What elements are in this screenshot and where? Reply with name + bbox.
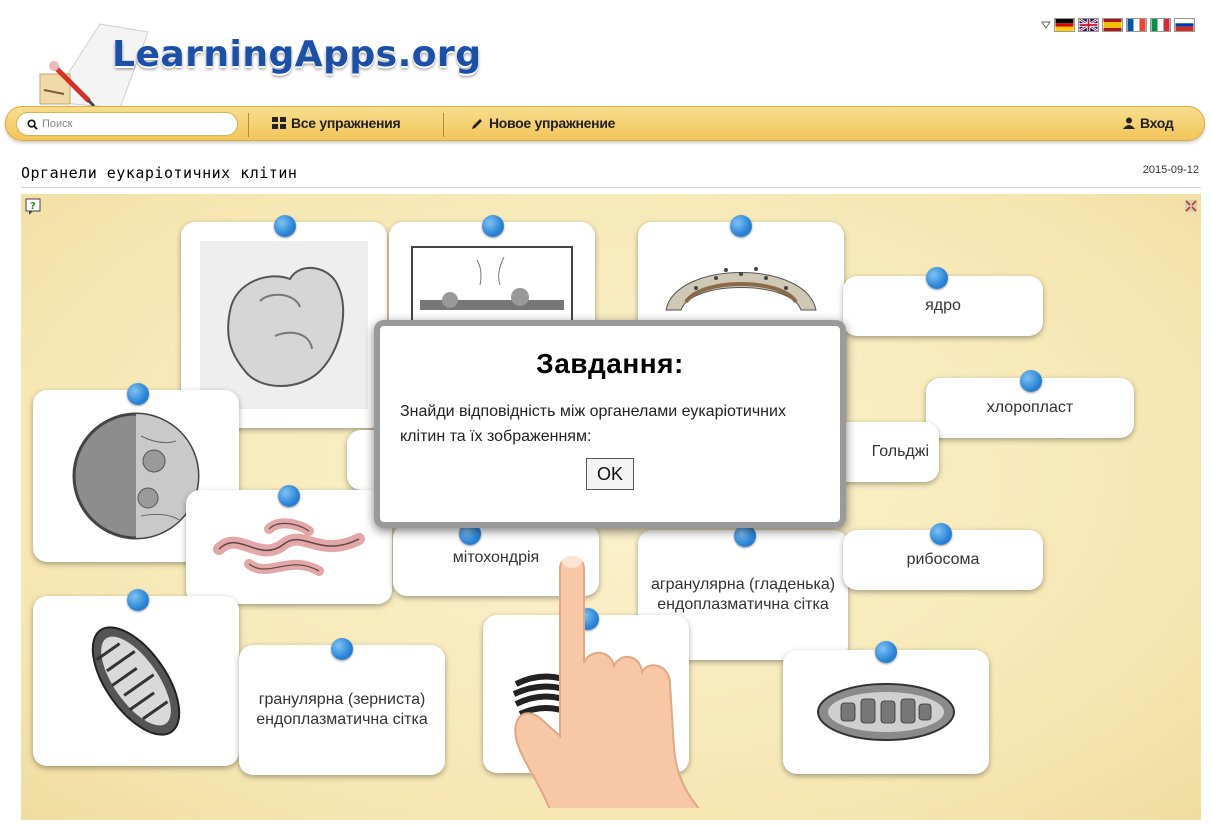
- language-selector[interactable]: [1041, 18, 1195, 32]
- nucleus-image: [72, 412, 200, 540]
- all-exercises-link[interactable]: Все упражнения: [272, 115, 401, 131]
- fullscreen-icon[interactable]: [1185, 200, 1197, 212]
- pencil-icon: [472, 118, 482, 129]
- help-icon[interactable]: ?: [25, 198, 43, 216]
- task-dialog-body: Завдання: Знайди відповідність між орган…: [380, 326, 840, 522]
- chloroplast-image: [817, 683, 955, 741]
- connection-pin[interactable]: [331, 638, 353, 660]
- image-card-chloroplast[interactable]: [783, 650, 989, 774]
- user-icon: [1123, 117, 1135, 129]
- flag-russian-icon[interactable]: [1174, 18, 1195, 32]
- logo-text: LearningApps.org: [112, 34, 482, 75]
- smooth-er-image: [213, 518, 365, 576]
- card-label: Гольджі: [871, 443, 929, 460]
- flag-english-icon[interactable]: [1078, 18, 1099, 32]
- search-input[interactable]: Поиск: [42, 118, 72, 130]
- rough-er-image: [665, 267, 817, 311]
- logo[interactable]: LearningApps.org: [30, 4, 481, 110]
- connection-pin[interactable]: [274, 215, 296, 237]
- task-dialog: Завдання: Знайди відповідність між орган…: [374, 320, 846, 528]
- svg-text:?: ?: [30, 201, 36, 212]
- connection-pin[interactable]: [482, 215, 504, 237]
- nav-divider: [248, 113, 249, 137]
- nav-divider: [443, 113, 444, 137]
- grid-icon: [272, 117, 286, 129]
- connection-pin[interactable]: [278, 485, 300, 507]
- new-exercise-link[interactable]: Новое упражнение: [471, 115, 615, 131]
- connection-pin[interactable]: [734, 525, 756, 547]
- flag-german-icon[interactable]: [1054, 18, 1075, 32]
- login-link[interactable]: Вход: [1123, 115, 1174, 131]
- search-box[interactable]: Поиск: [16, 112, 238, 136]
- card-label: рибосома: [906, 551, 980, 568]
- label-card-granular-er[interactable]: гранулярна (зерниста) ендоплазматична сі…: [239, 645, 445, 775]
- dialog-title: Завдання:: [536, 348, 684, 379]
- flag-french-icon[interactable]: [1126, 18, 1147, 32]
- flag-italian-icon[interactable]: [1150, 18, 1171, 32]
- connection-pin[interactable]: [127, 383, 149, 405]
- main-navbar: Поиск Все упражнения Новое упражнение Вх…: [5, 106, 1205, 141]
- connection-pin[interactable]: [1020, 370, 1042, 392]
- connection-pin[interactable]: [127, 589, 149, 611]
- mitochondrion-image: [91, 626, 181, 736]
- pointing-hand-icon: [514, 556, 700, 808]
- card-label: хлоропласт: [986, 399, 1074, 416]
- connection-pin[interactable]: [930, 523, 952, 545]
- dialog-text: Знайди відповідність між органелами еука…: [400, 403, 786, 445]
- golgi-image: [200, 241, 368, 409]
- login-label: Вход: [1140, 115, 1174, 131]
- card-label: гранулярна (зерниста) ендоплазматична сі…: [256, 691, 428, 728]
- connection-pin[interactable]: [730, 215, 752, 237]
- flag-spanish-icon[interactable]: [1102, 18, 1123, 32]
- card-label: ядро: [925, 297, 961, 314]
- connection-pin[interactable]: [926, 267, 948, 289]
- page-title: Органели еукаріотичних клітин: [21, 164, 298, 182]
- dropdown-arrow-icon[interactable]: [1041, 21, 1051, 29]
- new-exercise-label: Новое упражнение: [489, 115, 616, 131]
- search-icon: [27, 118, 38, 130]
- page-date: 2015-09-12: [1142, 164, 1199, 176]
- all-exercises-label: Все упражнения: [291, 115, 401, 131]
- connection-pin[interactable]: [875, 641, 897, 663]
- app-root: LearningApps.org Поиск Все упражнения Но…: [0, 0, 1211, 825]
- ok-button[interactable]: OK: [586, 457, 634, 490]
- image-card-smooth-er[interactable]: [186, 490, 392, 604]
- title-divider: [21, 187, 1201, 188]
- image-card-mitochondrion[interactable]: [33, 596, 239, 766]
